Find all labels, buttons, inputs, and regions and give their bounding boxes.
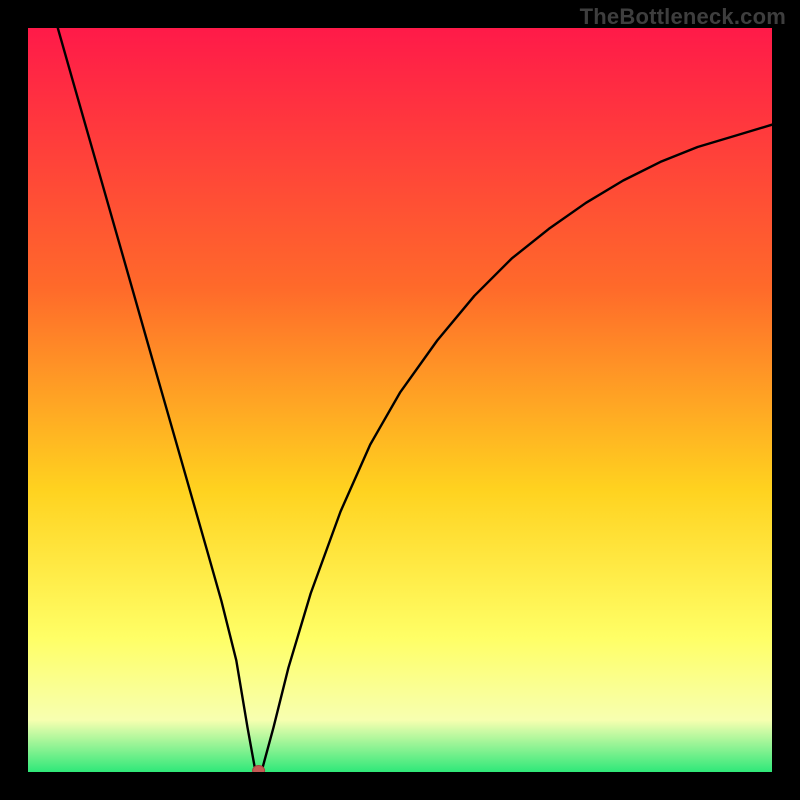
- gradient-background: [28, 28, 772, 772]
- chart-frame: TheBottleneck.com: [0, 0, 800, 800]
- minimum-marker: [253, 766, 265, 773]
- watermark-text: TheBottleneck.com: [580, 4, 786, 30]
- plot-area: [28, 28, 772, 772]
- plot-svg: [28, 28, 772, 772]
